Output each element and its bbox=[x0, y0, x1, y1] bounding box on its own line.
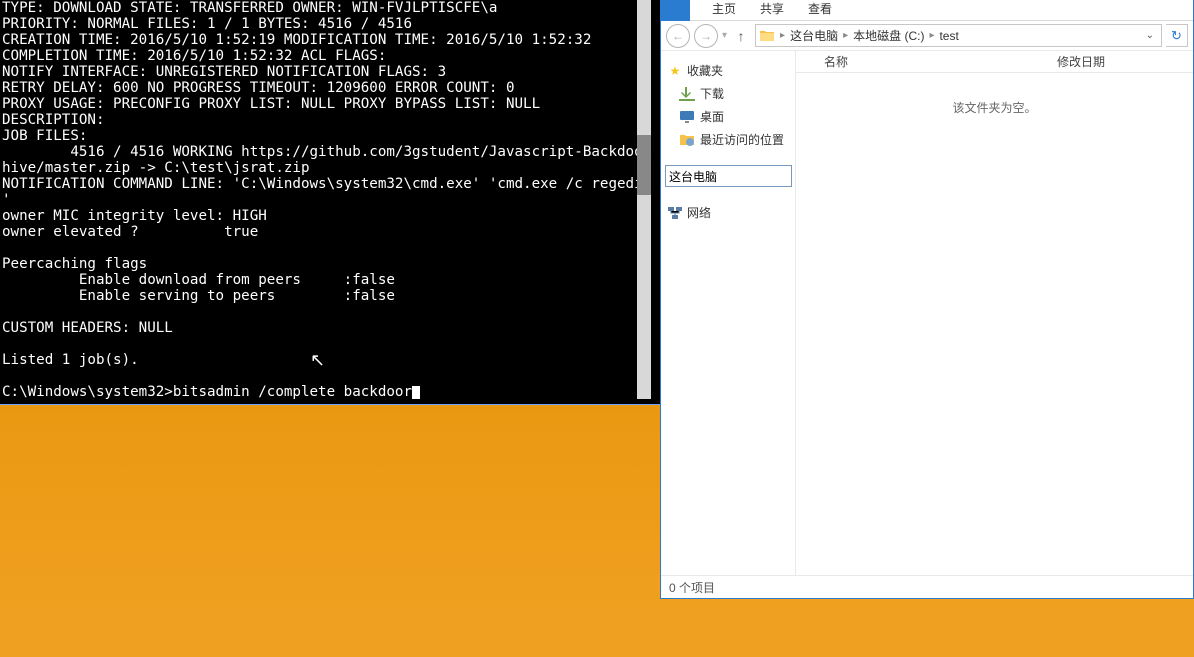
sidebar-desktop[interactable]: 桌面 bbox=[665, 105, 791, 128]
terminal-line: hive/master.zip -> C:\test\jsrat.zip bbox=[2, 160, 310, 176]
ribbon-tabs: 主页 共享 查看 bbox=[661, 0, 1193, 21]
terminal-command[interactable]: bitsadmin /complete backdoor bbox=[173, 384, 412, 399]
terminal-line: 4516 / 4516 WORKING https://github.com/3… bbox=[2, 144, 652, 160]
crumb-pc[interactable]: 这台电脑 bbox=[790, 27, 838, 44]
cmd-window[interactable]: TYPE: DOWNLOAD STATE: TRANSFERRED OWNER:… bbox=[0, 0, 668, 405]
star-icon: ★ bbox=[667, 63, 683, 79]
address-bar: ← → ▾ ↑ ▸ 这台电脑 ▸ 本地磁盘 (C:) ▸ test ⌄ ↻ bbox=[661, 21, 1193, 51]
arrow-right-icon: → bbox=[700, 29, 712, 43]
terminal-line: owner MIC integrity level: HIGH bbox=[2, 208, 267, 224]
file-menu-button[interactable] bbox=[661, 0, 690, 21]
terminal-line: TYPE: DOWNLOAD STATE: TRANSFERRED OWNER:… bbox=[2, 0, 497, 16]
address-dropdown[interactable]: ⌄ bbox=[1142, 30, 1158, 41]
terminal-line: DESCRIPTION: bbox=[2, 112, 105, 128]
arrow-up-icon: ↑ bbox=[738, 28, 745, 44]
chevron-right-icon: ▸ bbox=[780, 30, 785, 41]
terminal-prompt: C:\Windows\system32> bbox=[2, 384, 173, 399]
sidebar-recent[interactable]: 最近访问的位置 bbox=[665, 128, 791, 151]
terminal-line: ' bbox=[2, 192, 11, 208]
terminal-line: CREATION TIME: 2016/5/10 1:52:19 MODIFIC… bbox=[2, 32, 591, 48]
crumb-folder[interactable]: test bbox=[939, 29, 958, 43]
column-date[interactable]: 修改日期 bbox=[1057, 53, 1193, 70]
sidebar-label: 网络 bbox=[687, 204, 711, 221]
terminal-line: NOTIFY INTERFACE: UNREGISTERED NOTIFICAT… bbox=[2, 64, 446, 80]
terminal-line: owner elevated ? true bbox=[2, 224, 258, 240]
empty-folder-message: 该文件夹为空。 bbox=[796, 99, 1193, 116]
terminal-line: JOB FILES: bbox=[2, 128, 87, 144]
file-list-pane[interactable]: 名称 修改日期 该文件夹为空。 bbox=[796, 51, 1193, 575]
column-name[interactable]: 名称 bbox=[824, 53, 1057, 70]
terminal-line: CUSTOM HEADERS: NULL bbox=[2, 320, 173, 336]
sidebar-label: 最近访问的位置 bbox=[700, 131, 784, 148]
crumb-disk[interactable]: 本地磁盘 (C:) bbox=[853, 27, 924, 44]
refresh-button[interactable]: ↻ bbox=[1166, 24, 1188, 47]
desktop-icon bbox=[679, 109, 695, 125]
sidebar-downloads[interactable]: 下载 bbox=[665, 82, 791, 105]
status-item-count: 0 个项目 bbox=[669, 579, 715, 596]
terminal-line: NOTIFICATION COMMAND LINE: 'C:\Windows\s… bbox=[2, 176, 652, 192]
terminal-line: COMPLETION TIME: 2016/5/10 1:52:32 ACL F… bbox=[2, 48, 386, 64]
terminal-output[interactable]: TYPE: DOWNLOAD STATE: TRANSFERRED OWNER:… bbox=[0, 0, 652, 399]
breadcrumb[interactable]: ▸ 这台电脑 ▸ 本地磁盘 (C:) ▸ test ⌄ bbox=[755, 24, 1162, 47]
terminal-line: Enable serving to peers :false bbox=[2, 288, 395, 304]
recent-icon bbox=[679, 132, 695, 148]
chevron-right-icon: ▸ bbox=[843, 30, 848, 41]
forward-button[interactable]: → bbox=[694, 24, 718, 48]
arrow-left-icon: ← bbox=[672, 29, 684, 43]
tab-home[interactable]: 主页 bbox=[700, 0, 748, 21]
folder-icon bbox=[759, 28, 775, 44]
terminal-line: PROXY USAGE: PRECONFIG PROXY LIST: NULL … bbox=[2, 96, 540, 112]
terminal-line: Enable download from peers :false bbox=[2, 272, 395, 288]
terminal-line: RETRY DELAY: 600 NO PROGRESS TIMEOUT: 12… bbox=[2, 80, 515, 96]
sidebar-network[interactable]: 网络 bbox=[665, 201, 791, 224]
terminal-scrollbar[interactable] bbox=[637, 0, 651, 399]
sidebar-label: 下载 bbox=[700, 85, 724, 102]
sidebar-label: 收藏夹 bbox=[687, 62, 723, 79]
up-button[interactable]: ↑ bbox=[731, 28, 751, 44]
back-button[interactable]: ← bbox=[666, 24, 690, 48]
explorer-window[interactable]: 主页 共享 查看 ← → ▾ ↑ ▸ 这台电脑 ▸ 本地磁盘 (C:) ▸ te… bbox=[660, 0, 1194, 599]
tab-share[interactable]: 共享 bbox=[748, 0, 796, 21]
cursor-icon bbox=[412, 386, 420, 399]
tab-view[interactable]: 查看 bbox=[796, 0, 844, 21]
terminal-scrollbar-thumb[interactable] bbox=[637, 135, 651, 195]
refresh-icon: ↻ bbox=[1171, 28, 1182, 44]
terminal-line: Peercaching flags bbox=[2, 256, 147, 272]
sidebar: ★ 收藏夹 下载 桌面 最近访问的位置 bbox=[661, 51, 796, 575]
network-icon bbox=[667, 205, 683, 221]
sidebar-label: 桌面 bbox=[700, 108, 724, 125]
sidebar-favorites[interactable]: ★ 收藏夹 bbox=[665, 59, 791, 82]
column-headers: 名称 修改日期 bbox=[796, 51, 1193, 73]
chevron-down-icon[interactable]: ▾ bbox=[722, 30, 727, 41]
terminal-line: Listed 1 job(s). bbox=[2, 352, 139, 368]
terminal-line: PRIORITY: NORMAL FILES: 1 / 1 BYTES: 451… bbox=[2, 16, 412, 32]
chevron-right-icon: ▸ bbox=[929, 30, 934, 41]
sidebar-thispc-input[interactable] bbox=[665, 165, 792, 187]
downloads-icon bbox=[679, 86, 695, 102]
status-bar: 0 个项目 bbox=[661, 575, 1193, 598]
